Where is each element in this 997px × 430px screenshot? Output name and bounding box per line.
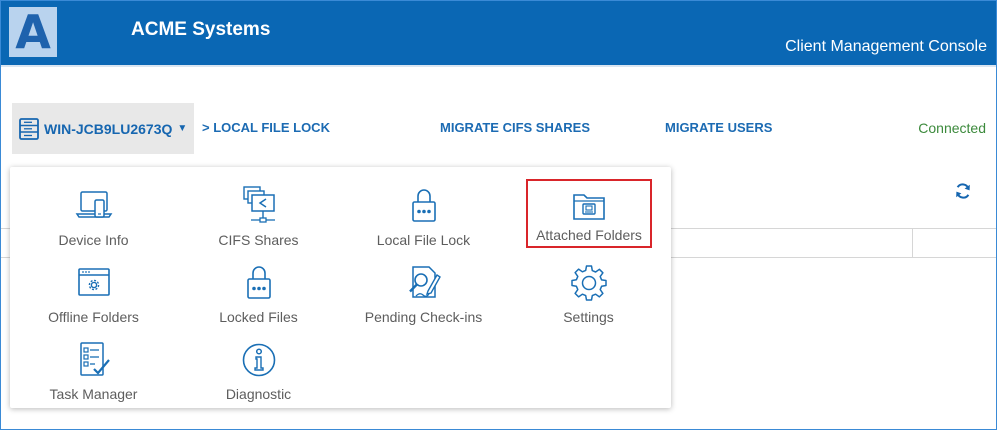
menu-item-label: Device Info [58, 232, 129, 248]
pending-checkin-icon [408, 266, 441, 298]
menu-item-locked-files[interactable]: Locked Files [176, 263, 341, 333]
menu-item-cifs-shares[interactable]: CIFS Shares [176, 186, 341, 256]
menu-item-label: Diagnostic [225, 386, 292, 402]
server-list-icon [19, 117, 39, 140]
menu-item-device-info[interactable]: Device Info [11, 186, 176, 256]
menu-item-label: CIFS Shares [218, 232, 299, 248]
console-title: Client Management Console [785, 38, 987, 55]
menu-item-task-manager[interactable]: Task Manager [11, 340, 176, 410]
logo-letter: A [15, 5, 51, 59]
caret-down-icon: ▼ [177, 123, 188, 134]
info-icon [242, 343, 275, 377]
migrate-cifs-shares-link[interactable]: MIGRATE CIFS SHARES [440, 120, 590, 135]
menu-item-local-file-lock[interactable]: Local File Lock [341, 186, 506, 256]
menu-item-label: Task Manager [49, 386, 138, 402]
device-selector-button[interactable]: WIN-JCB9LU2673Q ▼ [12, 103, 194, 154]
menu-item-label: Attached Folders [536, 227, 642, 243]
device-name: WIN-JCB9LU2673Q [44, 120, 173, 137]
logo: A [9, 7, 57, 57]
header-divider [1, 65, 996, 67]
menu-item-attached-folders[interactable]: Attached Folders [526, 179, 652, 248]
offline-folder-icon [77, 268, 110, 296]
attached-folder-icon [573, 194, 605, 220]
device-info-icon [75, 191, 112, 218]
app-header: A ACME Systems Client Management Console [1, 1, 996, 65]
migrate-users-link[interactable]: MIGRATE USERS [665, 120, 772, 135]
menu-item-label: Settings [563, 309, 614, 325]
menu-item-label: Local File Lock [376, 232, 471, 248]
menu-item-label: Offline Folders [48, 309, 139, 325]
cifs-shares-icon [242, 186, 275, 223]
menu-item-pending-check-ins[interactable]: Pending Check-ins [341, 263, 506, 333]
locked-files-icon [246, 266, 271, 299]
table-column-separator [912, 228, 913, 258]
lock-icon [411, 189, 436, 222]
refresh-icon[interactable] [953, 181, 973, 201]
task-manager-icon [79, 342, 110, 376]
menu-item-settings[interactable]: Settings [506, 263, 671, 333]
connection-status: Connected [918, 120, 986, 136]
menu-item-offline-folders[interactable]: Offline Folders [11, 263, 176, 333]
menu-item-diagnostic[interactable]: Diagnostic [176, 340, 341, 410]
menu-item-label: Locked Files [219, 309, 298, 325]
company-name: ACME Systems [131, 19, 271, 40]
tool-menu: Device Info CIFS Shares Local File Lock [10, 167, 671, 408]
menu-item-label: Pending Check-ins [364, 309, 483, 325]
gear-icon [570, 265, 607, 301]
breadcrumb-local-file-lock[interactable]: > LOCAL FILE LOCK [202, 120, 330, 135]
